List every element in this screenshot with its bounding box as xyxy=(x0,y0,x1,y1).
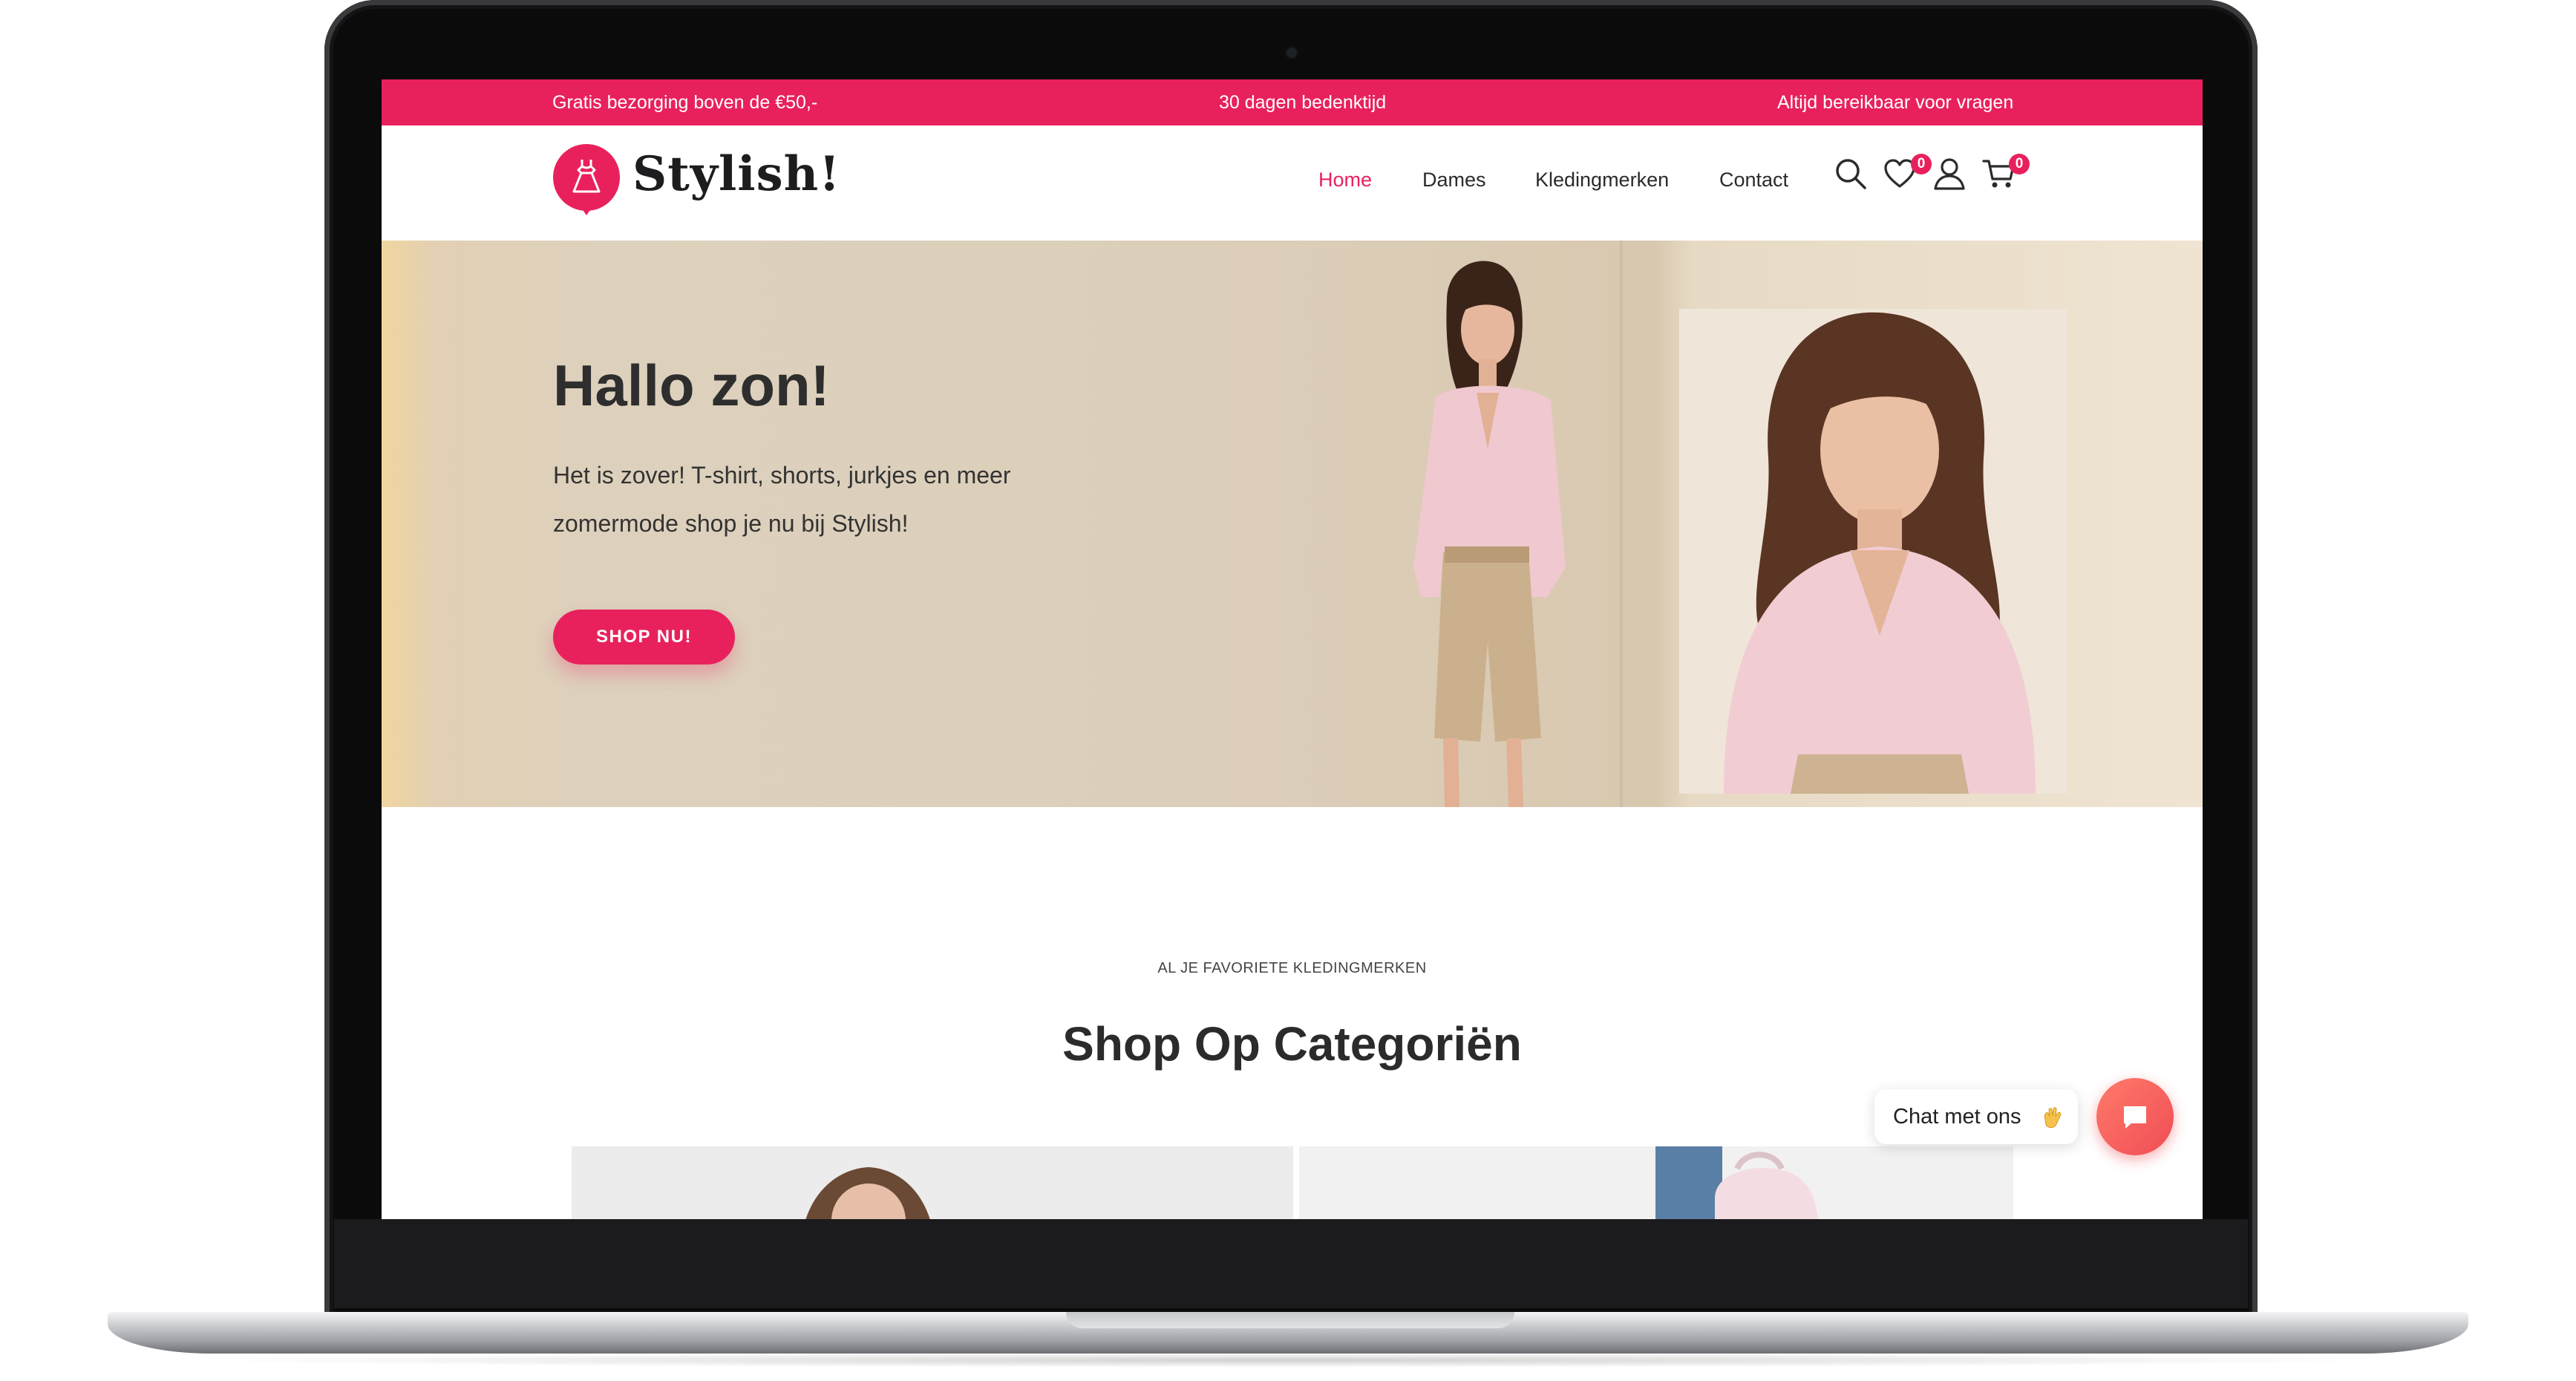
logo-dress-icon[interactable] xyxy=(553,144,620,215)
nav-contact[interactable]: Contact xyxy=(1719,169,1788,192)
wishlist-count-badge: 0 xyxy=(1911,154,1932,174)
category-card[interactable] xyxy=(1299,1146,2013,1219)
usp-support: Altijd bereikbaar voor vragen xyxy=(1777,92,2014,113)
wall-edge xyxy=(1620,241,1623,807)
shop-now-button[interactable]: SHOP NU! xyxy=(553,610,735,665)
announcement-bar: Gratis bezorging boven de €50,- 30 dagen… xyxy=(382,79,2203,125)
camera xyxy=(1287,48,1297,58)
chat-prompt[interactable]: Chat met ons xyxy=(1874,1089,2078,1144)
model-photo-portrait xyxy=(1679,309,2067,794)
hero-banner: Hallo zon! Het is zover! T-shirt, shorts… xyxy=(382,241,2203,807)
search-icon[interactable] xyxy=(1834,157,1868,191)
user-icon[interactable] xyxy=(1932,157,1967,191)
usp-free-shipping: Gratis bezorging boven de €50,- xyxy=(552,92,818,113)
laptop-notch xyxy=(1066,1312,1514,1328)
hero-description: Het is zover! T-shirt, shorts, jurkjes e… xyxy=(553,462,1011,537)
nav-kledingmerken[interactable]: Kledingmerken xyxy=(1535,169,1669,192)
laptop-chin xyxy=(334,1219,2248,1308)
model-photo-standing xyxy=(1413,261,1566,807)
categories-eyebrow: AL JE FAVORIETE KLEDINGMERKEN xyxy=(1157,960,1427,976)
categories-title: Shop Op Categoriën xyxy=(1062,1017,1522,1071)
chat-open-button[interactable] xyxy=(2096,1078,2174,1155)
nav-home[interactable]: Home xyxy=(1318,169,1372,192)
browser-screen: Gratis bezorging boven de €50,- 30 dagen… xyxy=(382,79,2203,1219)
waving-hand-icon xyxy=(2044,1107,2062,1129)
nav-dames[interactable]: Dames xyxy=(1422,169,1486,192)
laptop-shadow xyxy=(186,1353,2390,1368)
hero-title: Hallo zon! xyxy=(553,353,830,418)
chat-label: Chat met ons xyxy=(1893,1105,2021,1129)
site-header: Stylish! Home Dames Kledingmerken Contac… xyxy=(382,125,2203,241)
usp-return-period: 30 dagen bedenktijd xyxy=(1219,92,1387,113)
category-card[interactable] xyxy=(572,1146,1293,1219)
cart-count-badge: 0 xyxy=(2009,154,2030,174)
logo-wordmark[interactable]: Stylish! xyxy=(632,146,840,202)
chat-bubble-icon xyxy=(2124,1106,2146,1129)
